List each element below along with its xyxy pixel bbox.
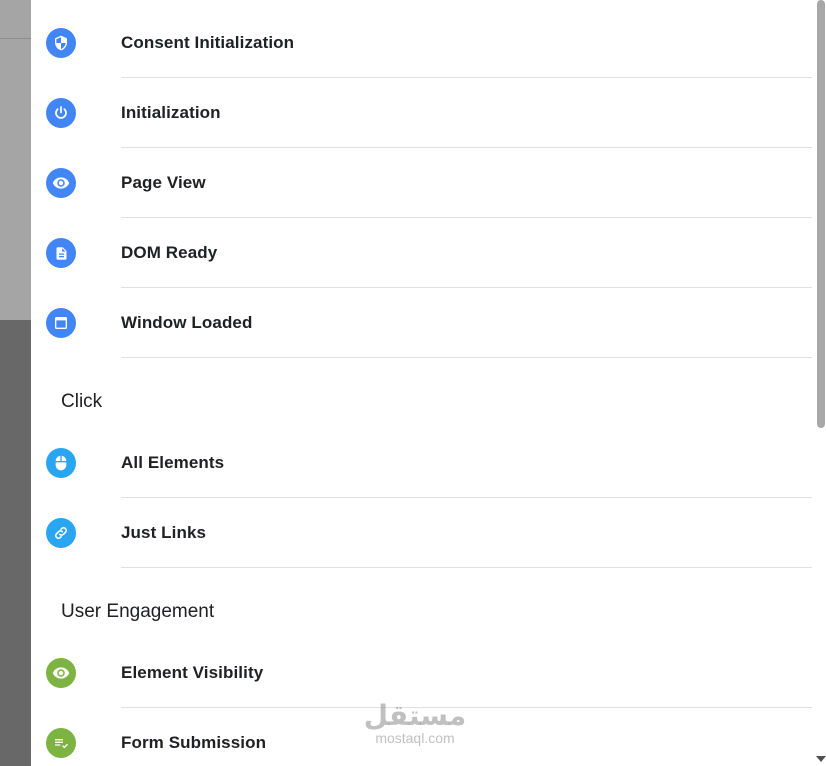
- trigger-label: Just Links: [121, 523, 207, 542]
- scroll-down-arrow-icon[interactable]: [816, 756, 826, 762]
- scrollbar[interactable]: [812, 0, 826, 766]
- trigger-page-view[interactable]: Page View: [31, 148, 812, 218]
- trigger-type-panel: Consent Initialization Initialization Pa…: [31, 0, 826, 766]
- trigger-label: Window Loaded: [121, 313, 253, 332]
- trigger-window-loaded[interactable]: Window Loaded: [31, 288, 812, 358]
- eye-icon: [46, 658, 76, 688]
- trigger-label: DOM Ready: [121, 243, 218, 262]
- divider: [121, 567, 812, 568]
- trigger-consent-initialization[interactable]: Consent Initialization: [31, 8, 812, 78]
- section-header-user-engagement: User Engagement: [61, 601, 215, 622]
- mouse-icon: [46, 448, 76, 478]
- trigger-initialization[interactable]: Initialization: [31, 78, 812, 148]
- window-icon: [46, 308, 76, 338]
- trigger-label: Element Visibility: [121, 663, 264, 682]
- scrollbar-thumb[interactable]: [817, 0, 825, 428]
- trigger-element-visibility[interactable]: Element Visibility: [31, 638, 812, 708]
- trigger-label: Consent Initialization: [121, 33, 295, 52]
- document-icon: [46, 238, 76, 268]
- watermark-logo: مستقل: [363, 699, 467, 732]
- trigger-just-links[interactable]: Just Links: [31, 498, 812, 568]
- trigger-label: Initialization: [121, 103, 221, 122]
- eye-icon: [46, 168, 76, 198]
- form-check-icon: [46, 728, 76, 758]
- trigger-all-elements[interactable]: All Elements: [31, 428, 812, 498]
- trigger-label: All Elements: [121, 453, 225, 472]
- divider: [121, 357, 812, 358]
- shield-icon: [46, 28, 76, 58]
- trigger-label: Form Submission: [121, 733, 267, 752]
- watermark-url: mostaql.com: [375, 730, 455, 746]
- watermark: مستقل mostaql.com: [360, 699, 470, 747]
- link-icon: [46, 518, 76, 548]
- power-icon: [46, 98, 76, 128]
- section-header-click: Click: [61, 391, 103, 412]
- trigger-dom-ready[interactable]: DOM Ready: [31, 218, 812, 288]
- trigger-label: Page View: [121, 173, 206, 192]
